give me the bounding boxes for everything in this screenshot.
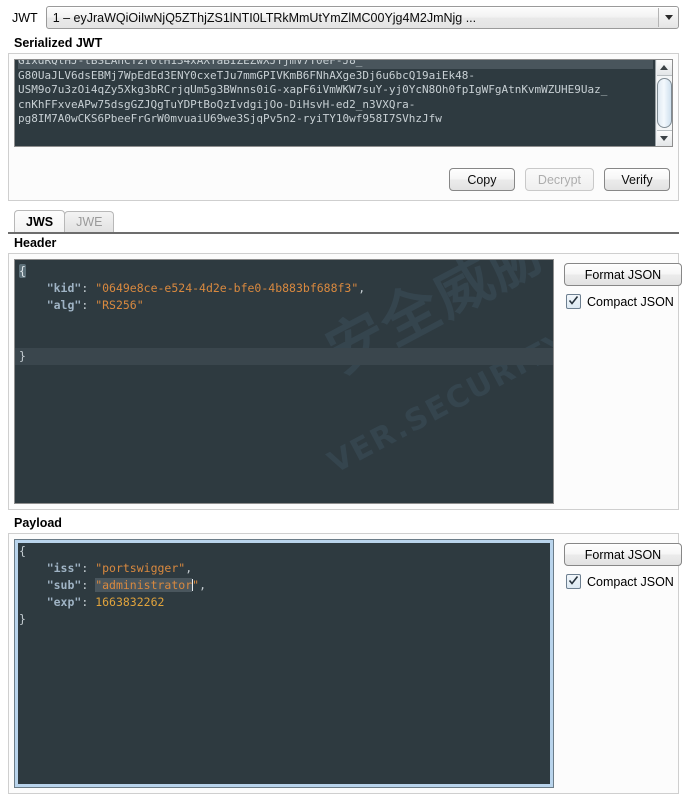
scrollbar-thumb[interactable] (656, 78, 672, 128)
header-close-brace: } (19, 349, 26, 363)
decrypt-button: Decrypt (524, 168, 594, 191)
serialized-line-2: USM9o7u3zOi4qZy5Xkg3bRCrjqUm5g3BWnns0iG-… (18, 83, 608, 96)
payload-value-sub[interactable]: "administrator (95, 578, 193, 592)
header-json-editor[interactable]: 安全威胁 VER.SECURITY { "kid": "0649e8ce-e52… (14, 259, 554, 504)
serialized-line-3: cnKhFFxveAPw75dsgGZJQgTuYDPtBoQzIvdgijOo… (18, 97, 416, 111)
header-key-kid: "kid" (46, 281, 82, 295)
serialized-line-0: GIxdRQtHJ-tBSLAnCY2r0tH134xAXYaBIZEZwXJY… (18, 60, 653, 69)
payload-compact-json-row[interactable]: Compact JSON (564, 574, 682, 589)
payload-key-exp: "exp" (46, 595, 82, 609)
serialized-jwt-heading: Serialized JWT (14, 36, 103, 50)
serialized-jwt-panel: GIxdRQtHJ-tBSLAnCY2r0tH134xAXYaBIZEZwXJY… (8, 53, 679, 201)
payload-line-iss: "iss": "portswigger", (46, 561, 193, 575)
jwt-token-dropdown-value: 1 – eyJraWQiOiIwNjQ5ZThjZS1lNTI0LTRkMmUt… (52, 10, 477, 25)
header-open-brace: { (19, 264, 26, 278)
header-value-alg: "RS256" (95, 298, 144, 312)
chevron-down-icon[interactable] (658, 8, 678, 27)
verify-button[interactable]: Verify (604, 168, 670, 191)
serialized-line-1: G80UaJLV6dsEBMj7WpEdEd3ENY0cxeTJu7mmGPIV… (18, 68, 475, 82)
header-section: 安全威胁 VER.SECURITY { "kid": "0649e8ce-e52… (8, 253, 682, 510)
payload-compact-json-label: Compact JSON (587, 574, 674, 589)
jws-jwe-tabstrip: JWS JWE (14, 210, 687, 232)
payload-line-close: } (19, 611, 553, 628)
header-format-json-button[interactable]: Format JSON (564, 263, 682, 286)
payload-controls: Format JSON Compact JSON (564, 539, 682, 788)
payload-key-sub: "sub" (46, 578, 82, 592)
tab-jwe[interactable]: JWE (64, 211, 115, 232)
header-compact-json-row[interactable]: Compact JSON (564, 294, 682, 309)
header-line-kid: "kid": "0649e8ce-e524-4d2e-bfe0-4b883bf6… (46, 281, 366, 295)
payload-line-exp: "exp": 1663832262 (46, 595, 165, 609)
payload-value-exp: 1663832262 (95, 595, 165, 609)
payload-section: { "iss": "portswigger", "sub": "administ… (8, 533, 682, 794)
header-line-close: } (15, 348, 553, 365)
header-value-kid: "0649e8ce-e524-4d2e-bfe0-4b883bf688f3" (95, 281, 359, 295)
payload-line-open: { (19, 543, 553, 560)
payload-open-brace: { (19, 544, 26, 558)
header-line-alg: "alg": "RS256" (46, 298, 144, 312)
jwt-label: JWT (12, 10, 38, 25)
header-line-open: { (19, 263, 553, 280)
payload-close-brace: } (19, 612, 26, 626)
serialized-jwt-editor[interactable]: GIxdRQtHJ-tBSLAnCY2r0tH134xAXYaBIZEZwXJY… (14, 59, 673, 147)
payload-compact-json-checkbox[interactable] (566, 574, 581, 589)
serialized-jwt-text[interactable]: GIxdRQtHJ-tBSLAnCY2r0tH134xAXYaBIZEZwXJY… (15, 60, 655, 146)
header-key-alg: "alg" (46, 298, 82, 312)
payload-key-iss: "iss" (46, 561, 82, 575)
payload-value-iss: "portswigger" (95, 561, 186, 575)
copy-button[interactable]: Copy (448, 168, 515, 191)
scroll-down-arrow-icon[interactable] (656, 130, 672, 146)
payload-json-editor[interactable]: { "iss": "portswigger", "sub": "administ… (14, 539, 554, 788)
serialized-jwt-actions: Copy Decrypt Verify (448, 168, 670, 191)
payload-line-sub: "sub": "administrator", (46, 578, 206, 592)
header-compact-json-label: Compact JSON (587, 294, 674, 309)
serialized-jwt-scrollbar[interactable] (655, 60, 672, 146)
jwt-selector-row: JWT 1 – eyJraWQiOiIwNjQ5ZThjZS1lNTI0LTRk… (0, 0, 687, 34)
payload-format-json-button[interactable]: Format JSON (564, 543, 682, 566)
header-controls: Format JSON Compact JSON (564, 259, 682, 504)
header-heading: Header (14, 236, 57, 250)
jwt-token-dropdown[interactable]: 1 – eyJraWQiOiIwNjQ5ZThjZS1lNTI0LTRkMmUt… (45, 6, 679, 29)
serialized-line-4: pg8IM7A0wCKS6PbeeFrGrW0mvuaiU69we3SjqPv5… (18, 112, 442, 125)
scroll-up-arrow-icon[interactable] (656, 60, 672, 76)
scrollbar-track[interactable] (656, 76, 672, 130)
tab-jws[interactable]: JWS (14, 210, 66, 232)
header-compact-json-checkbox[interactable] (566, 294, 581, 309)
payload-heading: Payload (14, 516, 62, 530)
